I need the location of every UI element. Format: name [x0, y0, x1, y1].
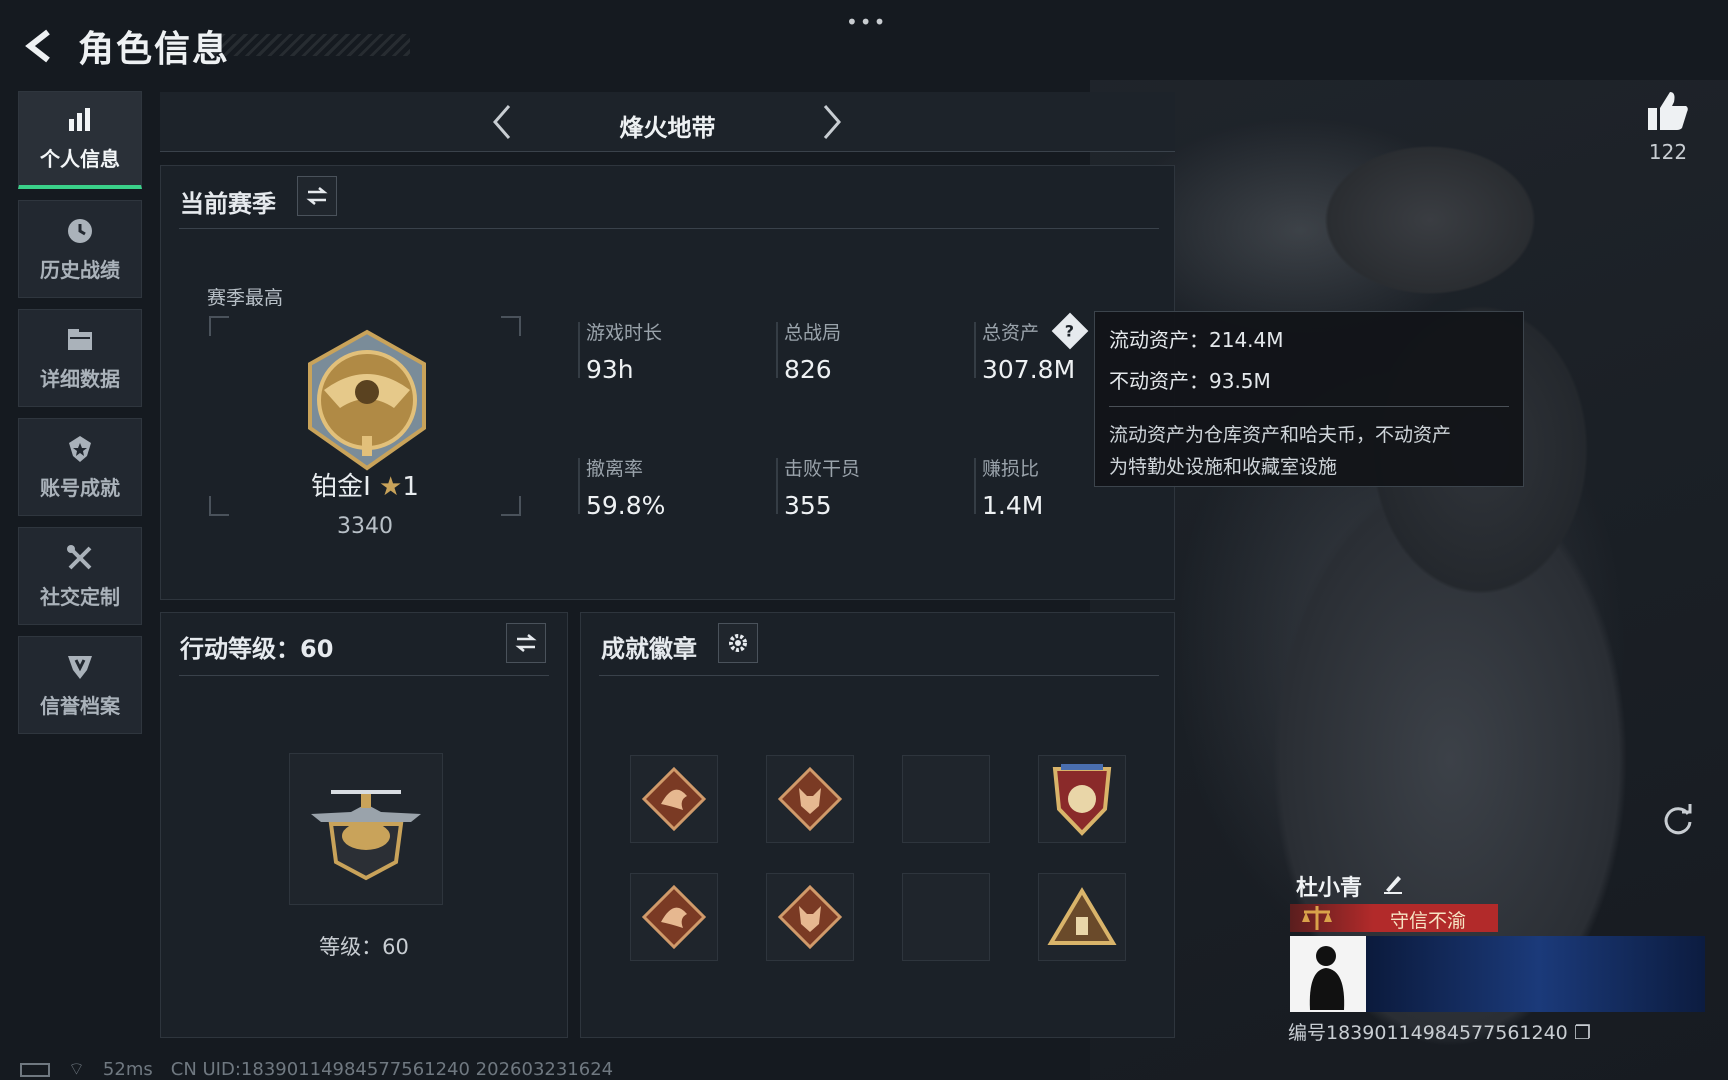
- sidebar-item-label: 信誉档案: [40, 693, 120, 718]
- season-panel: 当前赛季 赛季最高 铂金I ★1 3340 游戏时长 93h 总战局 826 总资产…: [160, 165, 1175, 600]
- season-switch-button[interactable]: [297, 176, 337, 216]
- sidebar-item-label: 历史战绩: [40, 257, 120, 282]
- sidebar: 个人信息 历史战绩 详细数据 账号成就 社交定制 信誉档案: [18, 91, 144, 745]
- player-title: 守信不渝: [1390, 910, 1467, 932]
- wolf-badge-icon: [777, 766, 843, 832]
- divider: [599, 675, 1159, 676]
- player-avatar: [1309, 946, 1345, 1010]
- season-title: 当前赛季: [180, 190, 276, 218]
- sidebar-item-achievements[interactable]: 账号成就: [18, 418, 142, 516]
- gear-icon: [729, 634, 747, 652]
- player-name: 杜小青: [1296, 876, 1363, 901]
- helicopter-emblem-icon: [311, 790, 421, 881]
- pyramid-badge-icon: [1047, 887, 1117, 945]
- badge-slot-wolf-2[interactable]: [766, 873, 854, 961]
- achievement-icon: [69, 435, 91, 462]
- sidebar-item-label: 详细数据: [40, 366, 120, 391]
- battery-icon: [20, 1062, 50, 1077]
- sidebar-item-label: 社交定制: [40, 584, 120, 609]
- tooltip-desc-line2: 为特勤处设施和收藏室设施: [1109, 456, 1338, 478]
- page-title: 角色信息: [78, 29, 231, 70]
- platinum-rank-badge-icon: [308, 329, 426, 471]
- stat-extraction-rate: 撤离率 59.8%: [578, 454, 776, 520]
- back-arrow-icon[interactable]: [20, 26, 60, 66]
- like-button[interactable]: 122: [1640, 90, 1696, 164]
- copy-icon[interactable]: ❐: [1574, 1022, 1591, 1044]
- season-highest-label: 赛季最高: [207, 287, 284, 309]
- scales-icon: [1302, 906, 1332, 930]
- divider: [179, 228, 1159, 229]
- rank-name-row: 铂金I ★1: [209, 466, 521, 503]
- badge-title: 成就徽章: [601, 635, 697, 663]
- like-count: 122: [1648, 140, 1688, 164]
- map-selector: 烽火地带: [160, 92, 1175, 152]
- badge-slot-wolf[interactable]: [766, 755, 854, 843]
- sidebar-item-social[interactable]: 社交定制: [18, 527, 142, 625]
- tooltip-fixed-assets: 不动资产：93.5M: [1109, 369, 1271, 393]
- sidebar-item-details[interactable]: 详细数据: [18, 309, 142, 407]
- switch-icon: [306, 187, 328, 205]
- history-icon: [68, 218, 92, 243]
- badge-slot-crest[interactable]: [1038, 755, 1126, 843]
- divider: [1109, 406, 1509, 407]
- sidebar-item-label: 个人信息: [40, 147, 120, 171]
- level-title: 行动等级：60: [180, 635, 334, 663]
- stat-play-time: 游戏时长 93h: [578, 318, 776, 384]
- wifi-icon: ⌔: [68, 1059, 85, 1080]
- crest-badge-icon: [1052, 764, 1112, 836]
- badge-settings-button[interactable]: [718, 623, 758, 663]
- uid-text: CN UID:1839011498457756​1240 20260323162…: [170, 1059, 614, 1080]
- level-panel: 行动等级：60 等级：60: [160, 612, 568, 1038]
- badge-panel: 成就徽章: [580, 612, 1175, 1038]
- tools-icon: [67, 544, 92, 569]
- thumbs-up-icon: [1648, 92, 1688, 130]
- star-icon: ★: [379, 472, 403, 502]
- dragon-badge-icon: [641, 766, 707, 832]
- shield-icon: [68, 655, 92, 679]
- stat-total-matches: 总战局 826: [776, 318, 974, 384]
- tooltip-liquid-assets: 流动资产：214.4M: [1109, 328, 1284, 352]
- edit-icon[interactable]: [1382, 872, 1404, 894]
- level-switch-button[interactable]: [506, 623, 546, 663]
- more-menu-icon[interactable]: •••: [846, 10, 887, 34]
- sidebar-item-history[interactable]: 历史战绩: [18, 200, 142, 298]
- next-map-button[interactable]: [810, 100, 854, 144]
- tooltip-desc-line1: 流动资产为仓库资产和哈夫币，不动资产: [1109, 424, 1452, 446]
- badge-slot-pyramid[interactable]: [1038, 873, 1126, 961]
- sidebar-item-personal-info[interactable]: 个人信息: [18, 91, 142, 189]
- stat-kills: 击败干员 355: [776, 454, 974, 520]
- title-decoration: [210, 34, 410, 56]
- assets-tooltip: 流动资产：214.4M 不动资产：93.5M 流动资产为仓库资产和哈夫币，不动资…: [1094, 311, 1524, 487]
- switch-icon: [515, 634, 537, 652]
- rank-stars: 1: [402, 472, 419, 502]
- sidebar-item-reputation[interactable]: 信誉档案: [18, 636, 142, 734]
- folder-icon: [68, 328, 92, 350]
- bar-chart-icon: [69, 108, 90, 131]
- badge-slot-dragon-2[interactable]: [630, 873, 718, 961]
- player-card[interactable]: 杜小青 守信不渝: [1290, 862, 1705, 1012]
- dragon-badge-icon: [641, 884, 707, 950]
- badge-slot-empty-2[interactable]: [902, 873, 990, 961]
- rank-name: 铂金I: [311, 472, 371, 502]
- rank-score: 3340: [337, 514, 393, 539]
- badge-slot-dragon[interactable]: [630, 755, 718, 843]
- refresh-icon[interactable]: [1660, 802, 1696, 838]
- sidebar-item-label: 账号成就: [40, 475, 120, 500]
- map-name: 烽火地带: [619, 114, 716, 142]
- player-id: 编号183901149845775612​40 ❐: [1288, 1022, 1591, 1044]
- badge-slot-empty[interactable]: [902, 755, 990, 843]
- divider: [179, 675, 549, 676]
- wolf-badge-icon: [777, 884, 843, 950]
- ping: 52ms: [102, 1059, 153, 1080]
- status-bar: ⌔ 52ms CN UID:1839011498457756​1240 2026…: [20, 1058, 613, 1080]
- level-label: 等级：60: [319, 935, 409, 959]
- level-emblem-frame: [289, 753, 443, 905]
